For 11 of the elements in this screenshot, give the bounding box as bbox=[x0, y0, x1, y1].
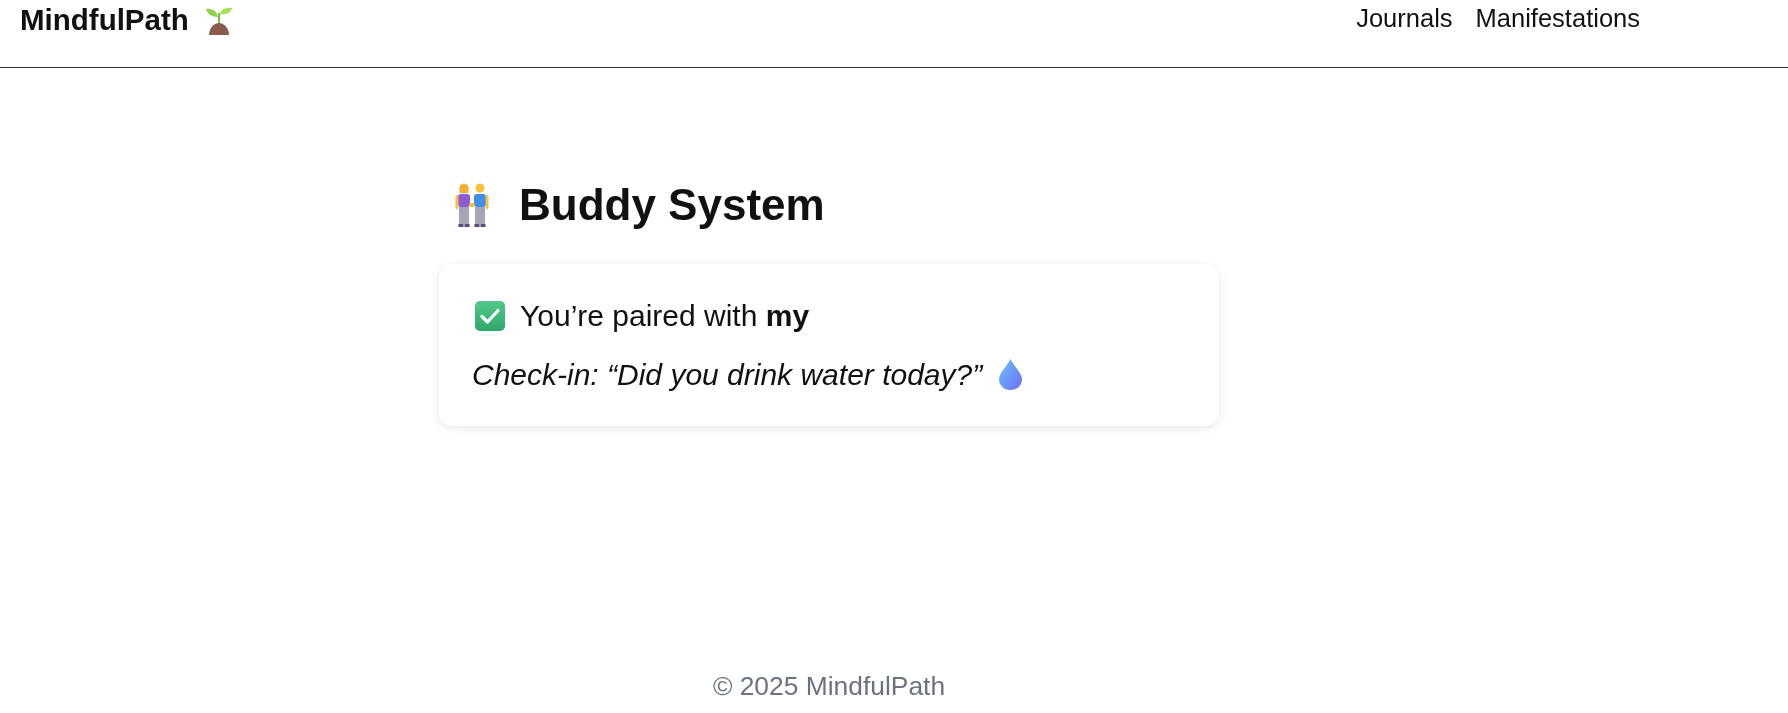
people-holding-hands-icon bbox=[455, 182, 489, 227]
checkmark-icon bbox=[475, 300, 505, 331]
nav-link[interactable]: Journals bbox=[1356, 3, 1453, 33]
page-title: Buddy System bbox=[519, 179, 825, 231]
check-in-question: Check-in: “Did you drink water today?” bbox=[472, 357, 983, 392]
pairing-status-text: You’re paired with my bbox=[520, 298, 810, 333]
copyright-text: © 2025 MindfulPath bbox=[712, 671, 946, 701]
nav-link[interactable]: Manifestations bbox=[1475, 3, 1640, 33]
logo-text[interactable]: MindfulPath bbox=[20, 3, 189, 37]
sprout-icon bbox=[203, 5, 234, 35]
droplet-icon bbox=[999, 359, 1023, 390]
